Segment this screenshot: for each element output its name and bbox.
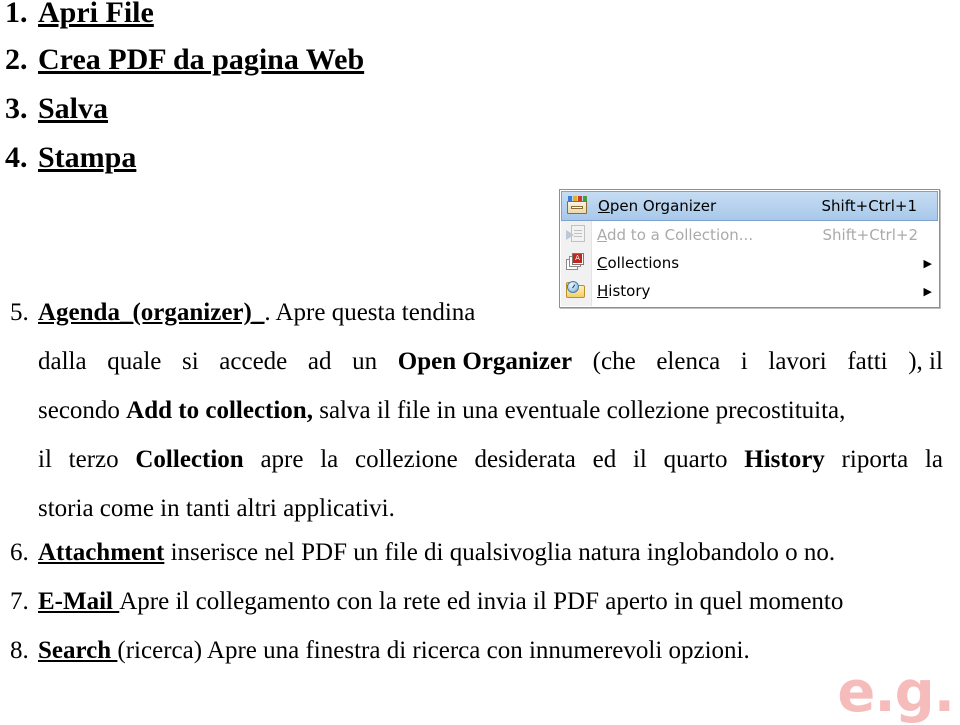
menu-item-history[interactable]: History ▶: [561, 277, 938, 305]
list-item-7: 7. E-Mail Apre il collegamento con la re…: [0, 577, 945, 626]
w: salva il file in una eventuale collezion…: [319, 397, 846, 424]
context-menu[interactable]: Open Organizer Shift+Ctrl+1 Add to a Col…: [559, 189, 940, 308]
mnemonic: A: [597, 226, 607, 244]
list-item-2: 2. Crea PDF da pagina Web: [0, 44, 364, 76]
list-item-5-line-5: storia come in tanti altri applicativi.: [38, 495, 395, 522]
menu-item-add-to-collection-label: Add to a Collection...: [591, 226, 823, 244]
w: la: [924, 446, 943, 473]
list-item-8-headline: Search: [38, 637, 118, 664]
w: fatti: [847, 348, 888, 375]
list-item-3-number: 3.: [5, 92, 28, 125]
collections-icon: A: [563, 252, 591, 274]
w: collezione: [355, 446, 458, 473]
label-rest: ollections: [607, 254, 680, 272]
w: dalla: [38, 348, 87, 375]
list-item-5-line-2: dalla quale si accede ad un Open Organiz…: [38, 337, 943, 386]
open-organizer-bold: Open Organizer: [397, 348, 573, 375]
submenu-arrow-icon: ▶: [923, 284, 932, 298]
list-item-5-headline: Agenda_(organizer)_: [38, 299, 265, 326]
w: quale: [107, 348, 162, 375]
w: elenca: [656, 348, 721, 375]
w: i: [740, 348, 748, 375]
list-item-5-line1-rest: . Apre questa tendina: [264, 299, 476, 326]
w: secondo: [38, 397, 120, 424]
list-item-6: 6. Attachment inserisce nel PDF un file …: [0, 528, 945, 577]
watermark: e.g.: [837, 660, 955, 725]
w: la: [320, 446, 339, 473]
w: il: [38, 446, 52, 473]
add-to-collection-icon: [563, 224, 591, 246]
mnemonic: H: [597, 282, 609, 300]
w: (che: [592, 348, 636, 375]
document-body: 1. Apri File 2. Crea PDF da pagina Web 3…: [0, 0, 960, 723]
list-item-7-number: 7.: [10, 588, 29, 615]
list-item-6-body: Attachment inserisce nel PDF un file di …: [38, 528, 945, 577]
w: ), il: [908, 348, 943, 375]
w: si: [181, 348, 199, 375]
mnemonic: C: [597, 254, 608, 272]
collection-bold: Collection: [135, 446, 244, 473]
menu-item-add-to-collection-shortcut: Shift+Ctrl+2: [822, 226, 918, 244]
list-item-5-number: 5.: [10, 299, 29, 326]
history-icon: [563, 280, 591, 302]
label-rest: dd to a Collection...: [607, 226, 754, 244]
list-item-6-text: inserisce nel PDF un file di qualsivogli…: [164, 539, 836, 566]
w: riporta: [841, 446, 909, 473]
list-item-6-headline: Attachment: [38, 539, 165, 566]
list-item-8-text: (ricerca) Apre una finestra di ricerca c…: [117, 637, 750, 664]
w: accede: [219, 348, 288, 375]
menu-item-collections-label: Collections: [591, 254, 918, 272]
list-item-6-number: 6.: [10, 539, 29, 566]
w: terzo: [68, 446, 119, 473]
w: il: [632, 446, 647, 473]
menu-item-open-organizer-shortcut: Shift+Ctrl+1: [821, 197, 917, 215]
list-item-5-body: Agenda_(organizer)_. Apre questa tendina…: [38, 288, 945, 533]
list-item-3: 3. Salva: [0, 93, 108, 125]
list-item-7-headline: E-Mail: [38, 588, 120, 615]
menu-item-add-to-collection[interactable]: Add to a Collection... Shift+Ctrl+2: [561, 221, 938, 249]
list-item-4-headline: Stampa: [38, 141, 137, 174]
list-item-5-line-3: secondo Add to collection, salva il file…: [38, 386, 945, 435]
list-item-1-headline: Apri File: [38, 0, 154, 29]
w: apre: [260, 446, 304, 473]
w: quarto: [663, 446, 728, 473]
list-item-8-body: Search (ricerca) Apre una finestra di ri…: [38, 626, 945, 675]
list-item-5-line-4: il terzo Collection apre la collezione d…: [38, 435, 943, 484]
mnemonic: O: [598, 197, 610, 215]
list-item-5: 5. Agenda_(organizer)_. Apre questa tend…: [0, 288, 945, 533]
menu-item-open-organizer-label: Open Organizer: [592, 197, 822, 215]
history-bold: History: [744, 446, 825, 473]
submenu-arrow-icon: ▶: [923, 256, 932, 270]
list-item-6-line: Attachment inserisce nel PDF un file di …: [38, 528, 945, 577]
list-item-2-headline: Crea PDF da pagina Web: [38, 43, 365, 76]
menu-item-history-label: History: [591, 282, 918, 300]
list-item-1-number: 1.: [5, 0, 28, 29]
w: lavori: [768, 348, 827, 375]
list-item-4-number: 4.: [5, 141, 28, 174]
list-item-1: 1. Apri File: [0, 0, 154, 29]
list-item-2-number: 2.: [5, 43, 28, 76]
list-item-3-headline: Salva: [38, 92, 109, 125]
w: ad: [307, 348, 332, 375]
list-item-4: 4. Stampa: [0, 142, 136, 174]
w: un: [352, 348, 378, 375]
label-rest: pen Organizer: [609, 197, 717, 215]
w: ed: [592, 446, 617, 473]
list-item-7-text: Apre il collegamento con la rete ed invi…: [119, 588, 844, 615]
menu-item-collections[interactable]: A Collections ▶: [561, 249, 938, 277]
label-rest: istory: [608, 282, 651, 300]
list-item-7-body: E-Mail Apre il collegamento con la rete …: [38, 577, 945, 626]
list-item-8-number: 8.: [10, 637, 29, 664]
w: desiderata: [474, 446, 576, 473]
organizer-icon: [564, 195, 592, 217]
list-item-8-line: Search (ricerca) Apre una finestra di ri…: [38, 626, 945, 675]
menu-item-open-organizer[interactable]: Open Organizer Shift+Ctrl+1: [561, 191, 938, 221]
add-to-collection-bold: Add to collection,: [126, 397, 313, 424]
list-item-8: 8. Search (ricerca) Apre una finestra di…: [0, 626, 945, 675]
list-item-7-line: E-Mail Apre il collegamento con la rete …: [38, 577, 945, 626]
